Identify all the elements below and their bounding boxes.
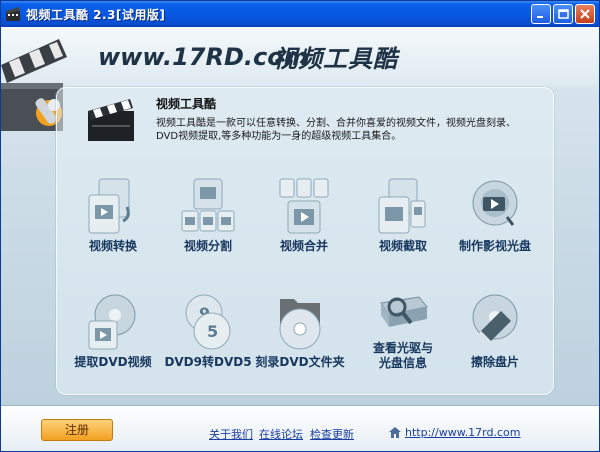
video-clip-icon (378, 178, 426, 234)
burn-dvd-folder-label: 刻录DVD文件夹 (255, 355, 345, 369)
title-bar[interactable]: 视频工具酷 2.3[试用版] (1, 1, 599, 27)
extract-dvd-label: 提取DVD视频 (74, 355, 152, 369)
dvd9-to-dvd5-label: DVD9转DVD5 (164, 355, 252, 369)
make-video-disc-button[interactable]: 制作影视光盘 (449, 177, 541, 254)
drive-info-label-line2: 光盘信息 (378, 356, 427, 370)
intro-desc-line1: 视频工具酷是一款可以任意转换、分割、合并你喜爱的视频文件，视频光盘刻录、 (156, 118, 516, 129)
drive-info-label-line1: 查看光驱与 (372, 341, 433, 355)
close-button[interactable] (575, 4, 595, 24)
svg-text:5: 5 (207, 322, 218, 341)
app-window: 视频工具酷 2.3[试用版] www.17RD.com 视频工具酷 视频工具酷 … (0, 0, 600, 452)
erase-disc-icon (472, 294, 518, 345)
video-clip-button[interactable]: 视频截取 (357, 177, 449, 254)
close-icon (580, 9, 590, 19)
maximize-button[interactable] (553, 4, 573, 24)
extract-dvd-button[interactable]: 提取DVD视频 (67, 293, 159, 370)
video-merge-icon (279, 178, 329, 234)
window-title: 视频工具酷 2.3[试用版] (26, 7, 166, 22)
burn-dvd-folder-button[interactable]: 刻录DVD文件夹 (254, 293, 346, 370)
erase-disc-label: 擦除盘片 (470, 355, 519, 369)
video-split-label: 视频分割 (183, 239, 232, 253)
logo-title: 视频工具酷 (273, 45, 398, 73)
website-link[interactable]: http://www.17rd.com (405, 426, 520, 439)
dvd9-to-dvd5-icon: 9 5 (185, 294, 231, 350)
minimize-icon (537, 16, 543, 18)
intro-title: 视频工具酷 (156, 97, 217, 111)
video-split-button[interactable]: 视频分割 (162, 177, 254, 254)
drive-info-button[interactable]: 查看光驱与 光盘信息 (357, 293, 449, 371)
register-button[interactable]: 注册 (41, 419, 113, 441)
video-merge-label: 视频合并 (279, 239, 328, 253)
video-convert-button[interactable]: 视频转换 (67, 177, 159, 254)
drive-info-label: 查看光驱与 光盘信息 (357, 341, 449, 371)
footer-bar: 注册 关于我们 在线论坛 检查更新 http://www.17rd.com (1, 405, 599, 451)
video-convert-label: 视频转换 (88, 239, 137, 253)
video-convert-icon (88, 178, 130, 234)
about-us-link[interactable]: 关于我们 (209, 426, 253, 442)
maximize-icon (558, 9, 569, 19)
online-forum-link[interactable]: 在线论坛 (259, 426, 303, 442)
erase-disc-button[interactable]: 擦除盘片 (449, 293, 541, 370)
intro-description: 视频工具酷是一款可以任意转换、分割、合并你喜爱的视频文件，视频光盘刻录、 DVD… (156, 117, 536, 143)
video-clip-label: 视频截取 (378, 239, 427, 253)
burn-dvd-folder-icon (279, 299, 321, 350)
drive-info-icon (380, 296, 428, 327)
home-icon (389, 427, 401, 438)
clapperboard-icon (88, 99, 134, 141)
extract-dvd-icon (88, 294, 136, 350)
make-video-disc-label: 制作影视光盘 (458, 239, 531, 253)
check-update-link[interactable]: 检查更新 (310, 426, 354, 442)
dvd9-to-dvd5-button[interactable]: 9 5 DVD9转DVD5 (162, 293, 254, 370)
intro-desc-line2: DVD视频提取,等多种功能为一身的超级视频工具集合。 (156, 131, 402, 142)
app-icon (6, 7, 20, 21)
video-merge-button[interactable]: 视频合并 (258, 177, 350, 254)
minimize-button[interactable] (531, 4, 551, 24)
make-video-disc-icon (472, 180, 518, 226)
video-split-icon (181, 178, 235, 232)
